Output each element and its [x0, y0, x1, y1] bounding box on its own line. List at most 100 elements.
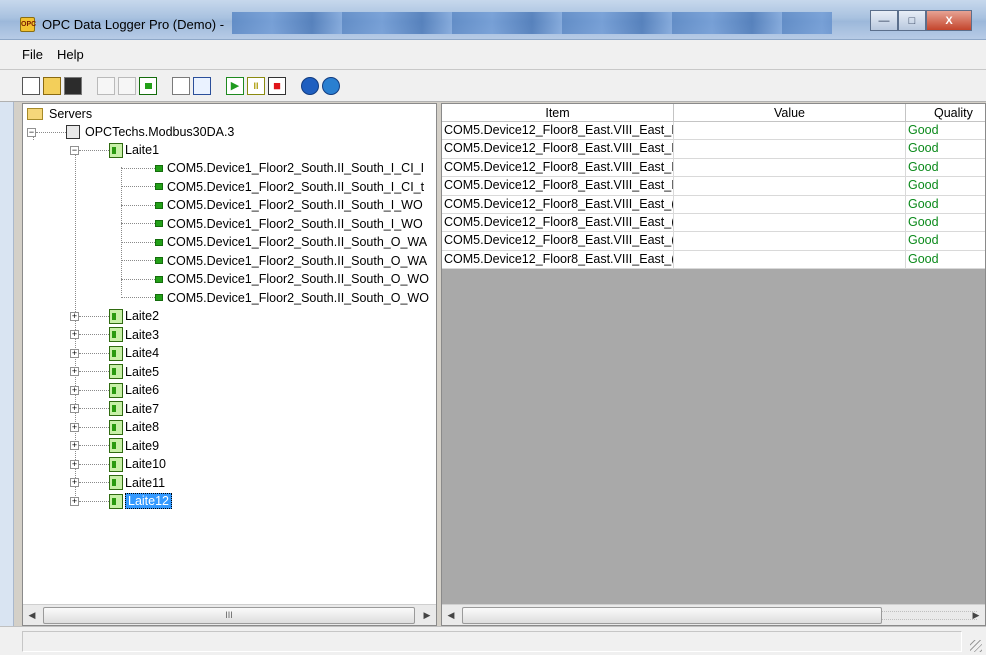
- tree-node-device[interactable]: + Laite11: [70, 474, 165, 492]
- window-left-frame: [0, 40, 14, 655]
- tree-node-device[interactable]: + Laite8: [70, 418, 159, 436]
- menu-help[interactable]: Help: [57, 47, 84, 62]
- table-row[interactable]: COM5.Device12_Floor8_East.VIII_East_( Go…: [442, 232, 985, 251]
- tree-node-device[interactable]: + Laite4: [70, 344, 159, 362]
- column-header-quality[interactable]: Quality: [906, 104, 985, 122]
- add-group-icon[interactable]: [118, 76, 136, 95]
- tree-node-device[interactable]: + Laite10: [70, 455, 166, 473]
- menu-file[interactable]: File: [22, 47, 43, 62]
- table-row[interactable]: COM5.Device12_Floor8_East.VIII_East_I Go…: [442, 140, 985, 159]
- title-bar[interactable]: OPC OPC Data Logger Pro (Demo) - — □ X: [0, 0, 986, 40]
- tree-node-tag[interactable]: COM5.Device1_Floor2_South.II_South_I_WO: [121, 196, 423, 214]
- add-server-icon[interactable]: [97, 76, 115, 95]
- expand-icon[interactable]: +: [70, 459, 79, 469]
- list-horizontal-scrollbar[interactable]: ◀ ▶: [442, 604, 985, 625]
- open-folder-icon[interactable]: [43, 76, 61, 95]
- scroll-track[interactable]: [460, 606, 977, 624]
- menu-bar: File Help: [0, 40, 986, 70]
- expand-icon[interactable]: +: [70, 422, 79, 432]
- pause-icon[interactable]: II: [247, 76, 265, 95]
- tag-icon: [155, 201, 163, 209]
- cell-value: [674, 232, 906, 250]
- tree-node-device[interactable]: + Laite5: [70, 363, 159, 381]
- maximize-button[interactable]: □: [898, 10, 926, 31]
- device-icon: [109, 419, 123, 435]
- save-icon[interactable]: [64, 76, 82, 95]
- scroll-left-button[interactable]: ◀: [23, 606, 41, 625]
- expand-icon[interactable]: +: [70, 496, 79, 506]
- expand-icon[interactable]: +: [70, 348, 79, 358]
- tree-label: Laite9: [125, 438, 160, 453]
- tree-label: OPCTechs.Modbus30DA.3: [85, 125, 235, 139]
- expand-icon[interactable]: +: [70, 404, 79, 413]
- tree-label: Laite8: [125, 420, 160, 434]
- device-icon: [109, 142, 123, 158]
- tree-node-tag[interactable]: COM5.Device1_Floor2_South.II_South_O_WA: [121, 252, 427, 270]
- collapse-icon[interactable]: −: [27, 127, 36, 137]
- cell-value: [674, 250, 906, 269]
- globe-arrow-icon[interactable]: [322, 76, 340, 95]
- table-row[interactable]: COM5.Device12_Floor8_East.VIII_East_I Go…: [442, 122, 985, 141]
- tree-label: Laite3: [125, 327, 160, 342]
- item-list-pane[interactable]: Item Value Quality COM5.Device12_Floor8_…: [441, 103, 986, 626]
- table-row[interactable]: COM5.Device12_Floor8_East.VIII_East_( Go…: [442, 213, 985, 233]
- tree-node-tag[interactable]: COM5.Device1_Floor2_South.II_South_O_WO: [121, 270, 429, 288]
- tree-horizontal-scrollbar[interactable]: ◀ III ▶: [23, 604, 436, 625]
- new-file-icon[interactable]: [22, 76, 40, 95]
- server-tree[interactable]: Servers − OPCTechs.Modbus30DA.3 − Laite1…: [23, 104, 436, 604]
- tree-node-tag[interactable]: COM5.Device1_Floor2_South.II_South_I_CI_…: [121, 178, 424, 196]
- add-item-icon[interactable]: [139, 76, 157, 95]
- cell-item: COM5.Device12_Floor8_East.VIII_East_(: [442, 195, 674, 213]
- globe-icon[interactable]: [301, 76, 319, 95]
- tree-node-device[interactable]: − Laite1: [70, 141, 159, 159]
- table-row[interactable]: COM5.Device12_Floor8_East.VIII_East_I Go…: [442, 158, 985, 178]
- scroll-track[interactable]: III: [41, 606, 418, 624]
- column-header-item[interactable]: Item: [442, 104, 674, 122]
- tree-node-device[interactable]: + Laite7: [70, 400, 159, 418]
- expand-icon[interactable]: +: [70, 367, 79, 376]
- status-bar: [0, 626, 986, 655]
- tree-node-servers[interactable]: Servers: [27, 105, 92, 123]
- tree-label: Laite7: [125, 401, 160, 416]
- tree-node-device[interactable]: + Laite3: [70, 326, 159, 344]
- tree-node-tag[interactable]: COM5.Device1_Floor2_South.II_South_I_WO: [121, 215, 423, 233]
- cell-quality: Good: [906, 232, 985, 249]
- tree-node-tag[interactable]: COM5.Device1_Floor2_South.II_South_O_WO: [121, 289, 429, 307]
- tree-node-device-selected[interactable]: + Laite12: [70, 492, 173, 510]
- scroll-thumb[interactable]: III: [43, 606, 415, 624]
- window-title: OPC Data Logger Pro (Demo) -: [42, 17, 225, 32]
- tree-node-tag[interactable]: COM5.Device1_Floor2_South.II_South_O_WA: [121, 233, 427, 251]
- properties-icon[interactable]: [172, 76, 190, 95]
- column-header-value[interactable]: Value: [674, 104, 906, 122]
- app-icon[interactable]: OPC: [20, 17, 36, 32]
- tree-node-server[interactable]: − OPCTechs.Modbus30DA.3: [27, 123, 234, 141]
- stop-icon[interactable]: ■: [268, 76, 286, 95]
- toolbar: ▶ II ■: [0, 70, 986, 102]
- title-bar-background: [232, 12, 832, 34]
- tree-node-tag[interactable]: COM5.Device1_Floor2_South.II_South_I_CI_…: [121, 159, 424, 177]
- tree-node-device[interactable]: + Laite6: [70, 381, 159, 399]
- trend-icon[interactable]: [193, 76, 211, 95]
- expand-icon[interactable]: +: [70, 311, 79, 321]
- scroll-thumb[interactable]: [462, 606, 882, 624]
- resize-grip-icon[interactable]: [970, 640, 982, 652]
- table-row[interactable]: COM5.Device12_Floor8_East.VIII_East_I Go…: [442, 177, 985, 196]
- collapse-icon[interactable]: −: [70, 145, 79, 155]
- expand-icon[interactable]: +: [70, 478, 79, 487]
- server-tree-pane[interactable]: Servers − OPCTechs.Modbus30DA.3 − Laite1…: [22, 103, 437, 626]
- scroll-left-button[interactable]: ◀: [442, 606, 460, 625]
- cell-value: [674, 158, 906, 177]
- scroll-right-button[interactable]: ▶: [418, 606, 436, 625]
- start-icon[interactable]: ▶: [226, 76, 244, 95]
- table-row[interactable]: COM5.Device12_Floor8_East.VIII_East_( Go…: [442, 195, 985, 214]
- expand-icon[interactable]: +: [70, 385, 79, 395]
- minimize-button[interactable]: —: [870, 10, 898, 31]
- expand-icon[interactable]: +: [70, 330, 79, 339]
- tree-node-device[interactable]: + Laite9: [70, 437, 159, 455]
- tree-label: COM5.Device1_Floor2_South.II_South_O_WA: [167, 253, 428, 268]
- table-row[interactable]: COM5.Device12_Floor8_East.VIII_East_( Go…: [442, 250, 985, 270]
- expand-icon[interactable]: +: [70, 441, 79, 450]
- close-button[interactable]: X: [926, 10, 972, 31]
- cell-quality: Good: [906, 140, 985, 157]
- tree-node-device[interactable]: + Laite2: [70, 307, 159, 325]
